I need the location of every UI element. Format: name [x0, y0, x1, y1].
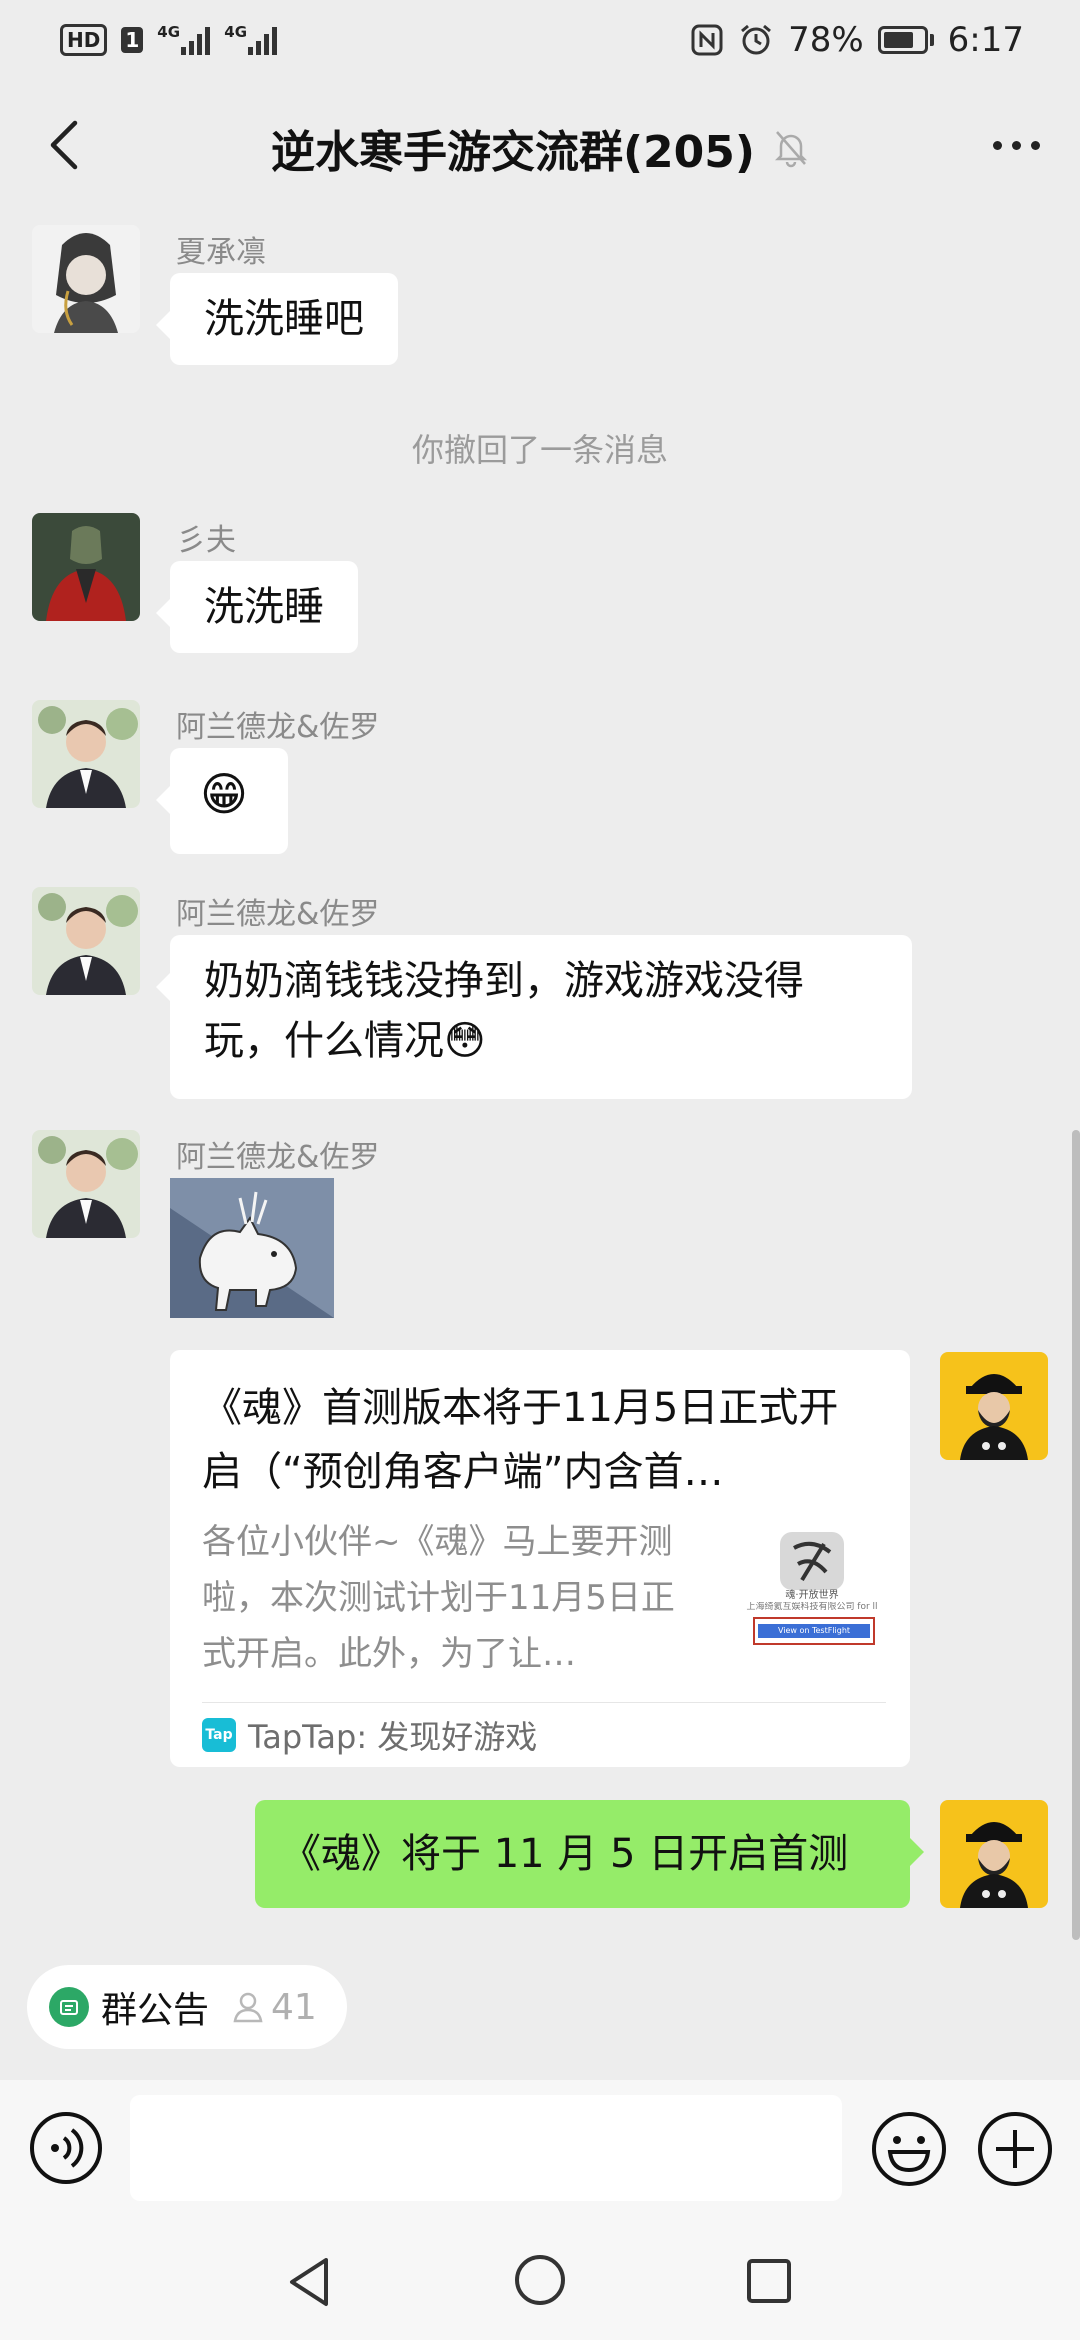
- message-list[interactable]: 夏承凛 洗洗睡吧 你撤回了一条消息 彡夫 洗洗睡 阿兰德龙&佐罗 😁 阿兰德龙&…: [0, 215, 1080, 1940]
- person-icon: [233, 1992, 263, 2023]
- nav-back-button[interactable]: [282, 2254, 338, 2310]
- page-title: 逆水寒手游交流群(205): [270, 126, 756, 178]
- message-input[interactable]: [130, 2095, 842, 2201]
- network-type-2: 4G: [224, 23, 248, 41]
- sender-name: 阿兰德龙&佐罗: [176, 1140, 380, 1175]
- voice-input-button[interactable]: [28, 2110, 104, 2186]
- battery-percent: 78%: [788, 20, 864, 60]
- sender-name: 阿兰德龙&佐罗: [176, 897, 380, 932]
- status-bar: HD 1 4G 4G 78% 6:17: [0, 0, 1080, 80]
- back-button[interactable]: [30, 110, 100, 180]
- scrollbar[interactable]: [1072, 1130, 1080, 1940]
- message-bubble[interactable]: 洗洗睡吧: [156, 273, 398, 365]
- nav-home-button[interactable]: [512, 2252, 568, 2308]
- taptap-icon: Tap: [202, 1718, 236, 1752]
- thumb-app-name: 魂·开放世界: [785, 1590, 839, 1601]
- dot-icon: [992, 140, 1002, 150]
- chat-header: 逆水寒手游交流群(205): [0, 80, 1080, 215]
- alarm-icon: [741, 24, 772, 55]
- circle-home-icon: [515, 2255, 565, 2305]
- signal-icon-2: 4G: [224, 23, 278, 55]
- thumb-button-label: View on TestFlight: [777, 1626, 851, 1635]
- avatar[interactable]: [32, 700, 140, 808]
- signal-icon: 4G: [157, 23, 211, 55]
- card-source-label: TapTap: 发现好游戏: [248, 1718, 538, 1756]
- my-message-bubble[interactable]: 《魂》将于 11 月 5 日开启首测: [255, 1800, 924, 1908]
- more-options-button[interactable]: [976, 110, 1056, 180]
- card-source: Tap TapTap: 发现好游戏: [202, 1710, 537, 1760]
- clock: 6:17: [947, 20, 1024, 60]
- more-functions-button[interactable]: [976, 2110, 1054, 2188]
- nav-recents-button[interactable]: [744, 2256, 794, 2306]
- thumb-company: 上海绮氦互娱科技有限公司 for ll: [746, 1602, 878, 1612]
- hd-indicator: HD: [60, 24, 108, 56]
- card-title: 《魂》首测版本将于11月5日正式开启（“预创角客户端”内含首…: [202, 1385, 839, 1495]
- my-avatar[interactable]: [940, 1800, 1048, 1908]
- message-bubble[interactable]: 😁: [156, 748, 288, 854]
- avatar[interactable]: [32, 513, 140, 621]
- smiley-icon: [872, 2112, 946, 2186]
- square-recents-icon: [747, 2259, 791, 2303]
- announcement-read-count: 41: [231, 1987, 317, 2028]
- sender-name: 夏承凛: [176, 235, 266, 270]
- announcement-label: 群公告: [101, 1990, 210, 2031]
- dot-icon: [1030, 140, 1040, 150]
- nfc-icon: [691, 24, 723, 56]
- my-avatar[interactable]: [940, 1352, 1048, 1460]
- group-announcement-button[interactable]: 群公告 41: [27, 1965, 347, 2049]
- chevron-left-icon: [50, 120, 78, 170]
- avatar[interactable]: [32, 225, 140, 333]
- network-type-1: 4G: [157, 23, 181, 41]
- triangle-back-icon: [290, 2258, 328, 2306]
- muted-bell-icon: [775, 130, 808, 167]
- image-message[interactable]: [170, 1178, 334, 1328]
- sim-indicator: 1: [121, 27, 144, 53]
- message-bubble[interactable]: 奶奶滴钱钱没挣到，游戏游戏没得玩，什么情况😳: [156, 935, 912, 1099]
- recall-notice: 你撤回了一条消息: [411, 431, 668, 469]
- card-thumbnail: 魂·开放世界 上海绮氦互娱科技有限公司 for ll View on TestF…: [742, 1528, 882, 1658]
- sender-name: 彡夫: [176, 523, 236, 558]
- dot-icon: [1011, 140, 1021, 150]
- message-bubble[interactable]: 洗洗睡: [156, 561, 358, 653]
- status-right: 78% 6:17: [690, 20, 1024, 60]
- voice-icon: [30, 2112, 102, 2184]
- read-count-value: 41: [271, 1986, 317, 2028]
- status-left: HD 1 4G 4G: [60, 23, 278, 56]
- avatar[interactable]: [32, 887, 140, 995]
- battery-icon: [877, 26, 934, 54]
- system-nav-bar: [0, 2220, 1080, 2340]
- announcement-icon: [49, 1987, 89, 2027]
- shared-link-card[interactable]: 《魂》首测版本将于11月5日正式开启（“预创角客户端”内含首… 各位小伙伴~《魂…: [170, 1350, 910, 1767]
- divider: [202, 1702, 886, 1703]
- plus-circle-icon: [978, 2112, 1052, 2186]
- input-bar: [0, 2080, 1080, 2220]
- avatar[interactable]: [32, 1130, 140, 1238]
- sender-name: 阿兰德龙&佐罗: [176, 710, 380, 745]
- emoji-button[interactable]: [870, 2110, 948, 2188]
- card-description: 各位小伙伴~《魂》马上要开测啦，本次测试计划于11月5日正式开启。此外，为了让…: [202, 1522, 675, 1674]
